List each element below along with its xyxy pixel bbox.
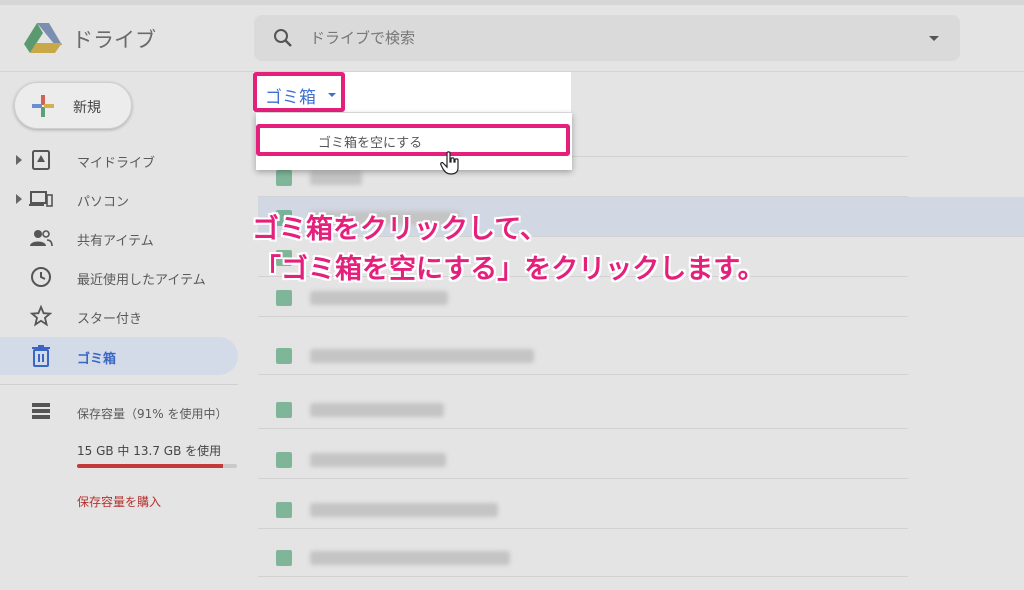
hand-cursor-icon — [440, 151, 459, 175]
file-icon — [276, 290, 292, 306]
app-title: ドライブ — [72, 28, 156, 52]
top-bar: ドライブ — [0, 0, 1024, 72]
sidebar-item-starred[interactable]: スター付き — [0, 297, 238, 335]
new-button-label: 新規 — [73, 100, 101, 116]
trash-icon — [32, 345, 50, 367]
file-row[interactable] — [258, 389, 908, 429]
sidebar-item-label: 最近使用したアイテム — [77, 273, 206, 288]
file-row[interactable] — [258, 537, 908, 577]
storage-label: 保存容量（91% を使用中） — [77, 407, 228, 421]
instruction-text-line-2: 「ゴミ箱を空にする」をクリックします。 — [254, 254, 765, 285]
file-name-blurred — [310, 403, 444, 417]
file-icon — [276, 170, 292, 186]
sidebar-item-label: パソコン — [77, 195, 130, 210]
file-icon — [276, 502, 292, 518]
sidebar-item-computers[interactable]: パソコン — [0, 180, 238, 218]
file-icon — [276, 550, 292, 566]
file-name-blurred — [310, 349, 534, 363]
drive-logo-icon[interactable] — [24, 23, 62, 53]
file-name-blurred — [310, 503, 498, 517]
search-options-chevron-down-icon[interactable] — [922, 26, 946, 50]
star-icon — [29, 304, 53, 327]
expand-arrow-icon[interactable] — [15, 194, 23, 204]
file-row[interactable] — [258, 439, 908, 479]
chevron-down-icon — [328, 93, 336, 97]
file-list — [258, 117, 1024, 590]
sidebar-item-recent[interactable]: 最近使用したアイテム — [0, 258, 238, 296]
file-name-blurred — [310, 291, 448, 305]
file-icon — [276, 348, 292, 364]
top-rule — [0, 0, 1024, 5]
instruction-text-line-1: ゴミ箱をクリックして、 — [252, 214, 547, 245]
file-icon — [276, 402, 292, 418]
file-row[interactable] — [258, 335, 908, 375]
file-name-blurred — [310, 453, 446, 467]
expand-arrow-icon[interactable] — [15, 155, 23, 165]
clock-icon — [31, 267, 51, 287]
sidebar-item-label: マイドライブ — [77, 156, 156, 171]
people-icon — [30, 230, 53, 247]
storage-icon — [32, 403, 50, 419]
storage-progress-fill — [77, 464, 223, 468]
file-name-blurred — [310, 171, 362, 185]
plus-icon — [32, 95, 54, 117]
buy-storage-link[interactable]: 保存容量を購入 — [77, 493, 161, 510]
storage-progress-bar — [77, 464, 237, 468]
menu-item-label: ゴミ箱を空にする — [318, 136, 423, 151]
empty-trash-menu-item[interactable]: ゴミ箱を空にする — [256, 124, 570, 156]
sidebar-divider — [0, 384, 238, 385]
sidebar-item-shared[interactable]: 共有アイテム — [0, 219, 238, 257]
sidebar-item-trash[interactable]: ゴミ箱 — [0, 337, 238, 375]
computer-icon — [29, 191, 53, 207]
file-icon — [276, 452, 292, 468]
file-row[interactable] — [258, 489, 908, 529]
new-button[interactable]: 新規 — [14, 82, 132, 129]
sidebar-item-label: ゴミ箱 — [77, 352, 117, 367]
sidebar-item-label: スター付き — [77, 312, 143, 327]
sidebar-item-label: 共有アイテム — [77, 234, 154, 249]
breadcrumb-label: ゴミ箱 — [265, 88, 316, 108]
drive-folder-icon — [32, 150, 50, 170]
sidebar-item-my-drive[interactable]: マイドライブ — [0, 141, 238, 179]
search-icon[interactable] — [271, 26, 295, 50]
search-input[interactable] — [310, 15, 910, 61]
file-name-blurred — [310, 551, 510, 565]
storage-used-text: 15 GB 中 13.7 GB を使用 — [77, 444, 222, 458]
breadcrumb-trash-dropdown[interactable]: ゴミ箱 — [253, 72, 345, 112]
search-bar[interactable] — [254, 15, 960, 61]
